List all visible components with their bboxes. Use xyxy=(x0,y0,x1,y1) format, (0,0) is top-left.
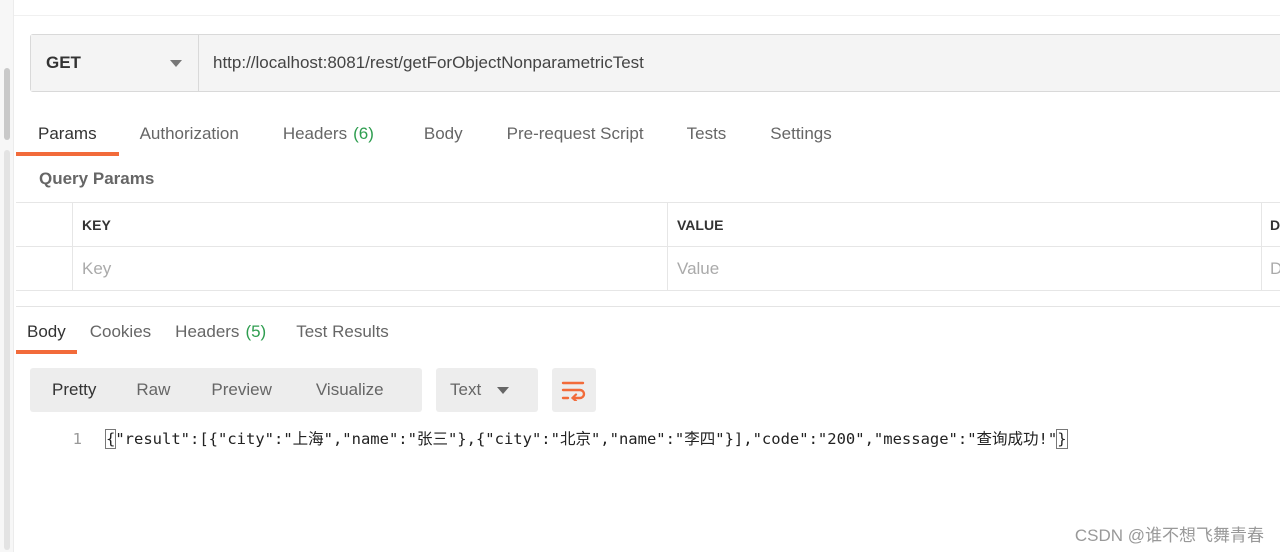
preview-button[interactable]: Preview xyxy=(211,368,271,412)
query-params-table: KEY VALUE D Key Value D xyxy=(16,202,1280,291)
line-number: 1 xyxy=(72,430,82,448)
tab-label: Test Results xyxy=(296,322,389,341)
tab-authorization[interactable]: Authorization xyxy=(140,112,239,156)
tab-pre-request-script[interactable]: Pre-request Script xyxy=(507,112,644,156)
open-brace: { xyxy=(104,429,117,449)
request-tabs: Params Authorization Headers (6) Body Pr… xyxy=(16,110,832,156)
value-placeholder: Value xyxy=(677,258,720,278)
pane-divider[interactable] xyxy=(16,306,1280,307)
chevron-down-icon xyxy=(497,386,510,394)
key-input[interactable]: Key xyxy=(73,247,668,290)
tab-headers[interactable]: Headers (6) xyxy=(283,112,374,156)
raw-button[interactable]: Raw xyxy=(136,368,170,412)
table-row: Key Value D xyxy=(16,247,1280,291)
left-scrollbar[interactable] xyxy=(0,0,14,552)
tab-label: Body xyxy=(27,322,66,341)
wrap-lines-icon xyxy=(561,381,586,401)
tab-tests[interactable]: Tests xyxy=(687,112,727,156)
top-strip xyxy=(14,0,1280,16)
column-header-description: D xyxy=(1270,216,1280,233)
wrap-lines-button[interactable] xyxy=(552,368,596,412)
tab-count: (5) xyxy=(245,322,267,341)
tab-label: Body xyxy=(423,124,463,143)
table-header-row: KEY VALUE D xyxy=(16,203,1280,247)
tab-test-results[interactable]: Test Results xyxy=(296,310,389,354)
pretty-button[interactable]: Pretty xyxy=(52,368,96,412)
close-brace: } xyxy=(1056,429,1068,449)
response-body-editor[interactable]: 1 {"result":[{"city":"上海","name":"张三"},{… xyxy=(30,426,1068,452)
tab-label: Cookies xyxy=(89,322,152,341)
scrollbar-track-lower xyxy=(4,150,10,550)
tab-label: Params xyxy=(38,124,97,143)
query-params-title: Query Params xyxy=(39,169,155,188)
key-placeholder: Key xyxy=(82,258,112,278)
description-placeholder: D xyxy=(1270,258,1280,278)
response-tabs: Body Cookies Headers (5) Test Results xyxy=(16,308,389,354)
watermark: CSDN @谁不想飞舞青春 xyxy=(1074,526,1264,545)
request-url-bar: GET http://localhost:8081/rest/getForObj… xyxy=(30,34,1280,92)
chevron-down-icon xyxy=(170,59,182,67)
tab-response-body[interactable]: Body xyxy=(16,310,77,354)
tab-label: Headers xyxy=(175,322,240,341)
scrollbar-thumb[interactable] xyxy=(4,68,10,140)
format-select[interactable]: Text xyxy=(436,368,538,412)
column-header-value: VALUE xyxy=(668,203,1262,246)
tab-settings[interactable]: Settings xyxy=(770,112,831,156)
tab-params[interactable]: Params xyxy=(16,112,119,156)
response-json: {"result":[{"city":"上海","name":"张三"},{"c… xyxy=(104,426,1068,452)
view-mode-group: Pretty Raw Preview Visualize xyxy=(30,368,422,412)
json-content: "result":[{"city":"上海","name":"张三"},{"ci… xyxy=(115,430,1058,448)
tab-count: (6) xyxy=(353,124,374,143)
format-label: Text xyxy=(450,380,482,399)
tab-label: Authorization xyxy=(139,124,239,143)
url-input[interactable]: http://localhost:8081/rest/getForObjectN… xyxy=(199,35,1280,91)
description-input[interactable]: D xyxy=(1262,247,1280,290)
tab-label: Pre-request Script xyxy=(506,124,644,143)
response-toolbar: Pretty Raw Preview Visualize Text xyxy=(30,368,596,412)
method-select[interactable]: GET xyxy=(31,35,199,91)
tab-response-headers[interactable]: Headers (5) xyxy=(175,310,266,354)
tab-label: Headers xyxy=(282,124,348,143)
tab-label: Tests xyxy=(686,124,727,143)
row-checkbox[interactable] xyxy=(16,247,73,290)
tab-body[interactable]: Body xyxy=(424,112,463,156)
tab-cookies[interactable]: Cookies xyxy=(90,310,151,354)
column-header-key: KEY xyxy=(73,203,668,246)
tab-label: Settings xyxy=(770,124,832,143)
value-input[interactable]: Value xyxy=(668,247,1262,290)
checkbox-column-header xyxy=(16,203,73,246)
visualize-button[interactable]: Visualize xyxy=(316,368,384,412)
method-label: GET xyxy=(46,53,81,72)
